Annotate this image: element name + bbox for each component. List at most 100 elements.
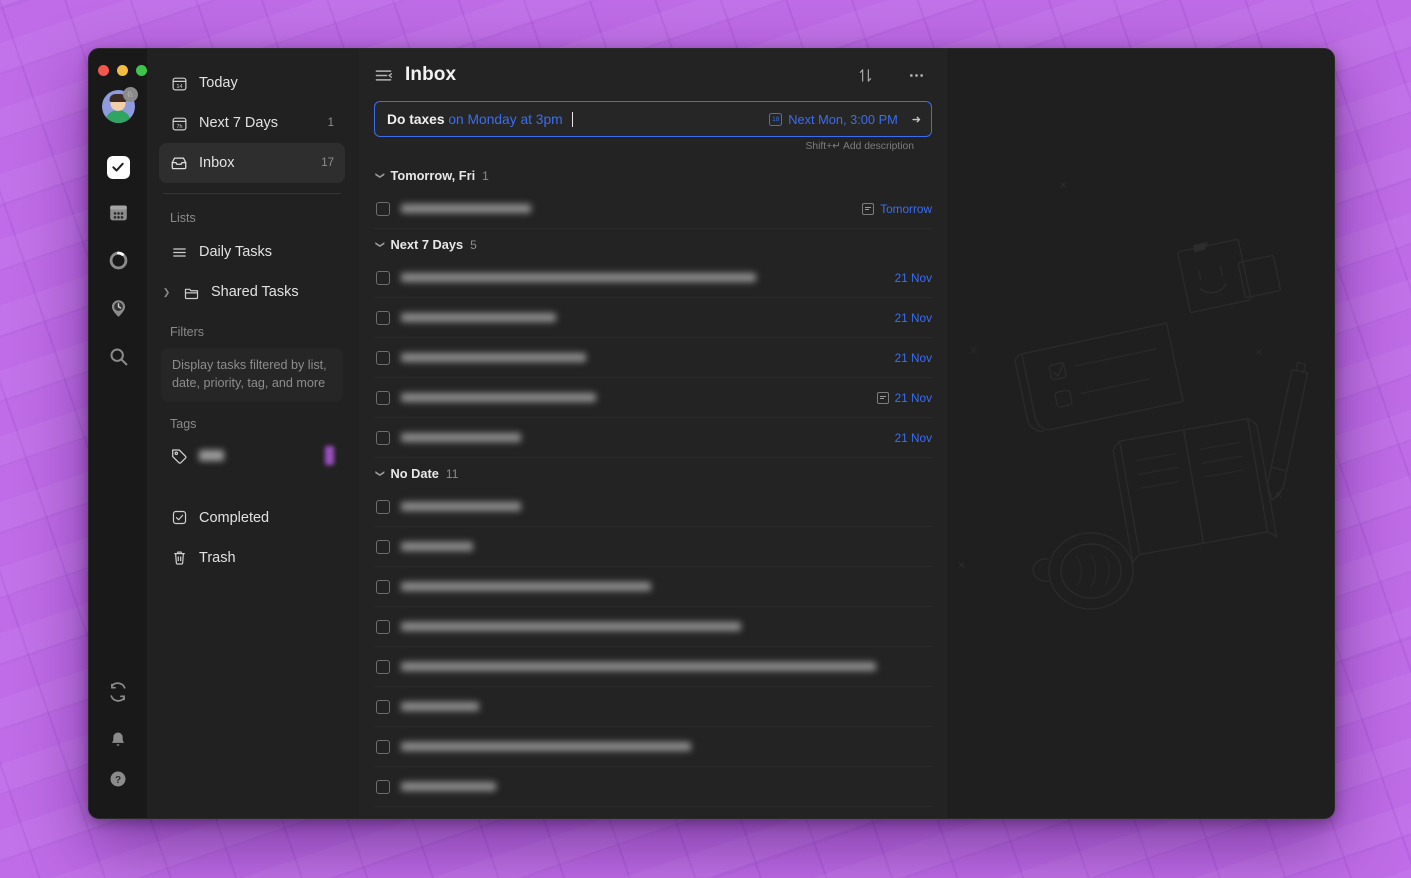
task-group-header[interactable]: ❯ No Date 11: [374, 458, 932, 487]
main-header: Inbox: [358, 49, 948, 101]
sidebar-item-tag[interactable]: [159, 438, 345, 474]
rail-item-search[interactable]: [98, 339, 138, 379]
task-checkbox[interactable]: [376, 499, 390, 514]
sidebar-item-count: 1: [327, 117, 334, 129]
task-checkbox[interactable]: [376, 779, 390, 794]
sidebar-item-next-7-days[interactable]: 7h Next 7 Days 1: [159, 103, 345, 143]
app-window: ♘ ? 14 Today 7h Next 7 Days 1 Inbox 17 L…: [88, 48, 1335, 819]
task-due-date[interactable]: 21 Nov: [895, 311, 932, 325]
task-row[interactable]: [374, 567, 932, 607]
add-task-input[interactable]: Do taxes on Monday at 3pm 18 Next Mon, 3…: [374, 101, 932, 137]
task-checkbox[interactable]: [376, 739, 390, 754]
task-due-date[interactable]: 21 Nov: [876, 391, 932, 405]
sort-arrows-icon[interactable]: [857, 67, 874, 84]
folder-icon: [182, 283, 200, 301]
task-title-redacted: [401, 393, 596, 402]
rail-item-habit[interactable]: [98, 291, 138, 331]
maximize-button[interactable]: [136, 65, 147, 76]
task-checkbox[interactable]: [376, 270, 390, 285]
task-list[interactable]: ❯ Tomorrow, Fri 1 Tomorrow ❯ Next 7 Days 5 21 N…: [358, 160, 948, 818]
sidebar-item-trash[interactable]: Trash: [159, 538, 345, 578]
page-title: Inbox: [405, 64, 457, 85]
task-group-name: Tomorrow, Fri: [390, 168, 476, 183]
task-row[interactable]: 21 Nov: [374, 258, 932, 298]
chevron-down-icon[interactable]: ❯: [374, 241, 385, 249]
task-row[interactable]: 21 Nov: [374, 338, 932, 378]
task-row[interactable]: 21 Nov: [374, 378, 932, 418]
task-title-redacted: [401, 702, 479, 711]
task-group-count: 1: [482, 168, 489, 183]
task-checkbox[interactable]: [376, 619, 390, 634]
search-icon: [108, 346, 129, 372]
minimize-button[interactable]: [117, 65, 128, 76]
task-checkbox[interactable]: [376, 539, 390, 554]
task-due-date[interactable]: Tomorrow: [862, 202, 932, 216]
task-checkbox[interactable]: [376, 699, 390, 714]
sidebar-item-today[interactable]: 14 Today: [159, 63, 345, 103]
sidebar-item-label: Inbox: [199, 155, 235, 171]
check-box-icon: [170, 509, 188, 527]
task-checkbox[interactable]: [376, 430, 390, 445]
task-row[interactable]: [374, 607, 932, 647]
sidebar-item-daily-tasks[interactable]: Daily Tasks: [159, 232, 345, 272]
sidebar-item-label: Next 7 Days: [199, 115, 278, 131]
due-date-chip[interactable]: 18 Next Mon, 3:00 PM: [769, 112, 898, 127]
task-row[interactable]: [374, 727, 932, 767]
task-title-redacted: [401, 353, 586, 362]
task-checkbox[interactable]: [376, 390, 390, 405]
list-lines-icon: [170, 243, 188, 261]
main-panel: Inbox Do taxes on Monday at 3pm 18 Next …: [357, 49, 948, 818]
rail-item-notifications[interactable]: [98, 722, 138, 762]
task-row[interactable]: 21 Nov: [374, 418, 932, 458]
check-square-icon: [106, 155, 130, 179]
bell-icon: [108, 730, 128, 755]
inbox-tray-icon: [170, 154, 188, 172]
task-checkbox[interactable]: [376, 350, 390, 365]
task-due-date[interactable]: 21 Nov: [895, 271, 932, 285]
chevron-down-icon[interactable]: ❯: [374, 470, 385, 478]
task-row[interactable]: Tomorrow: [374, 189, 932, 229]
crown-icon: ♘: [122, 87, 138, 102]
task-row[interactable]: [374, 647, 932, 687]
sidebar-item-label: Shared Tasks: [211, 284, 299, 300]
task-row[interactable]: 21 Nov: [374, 298, 932, 338]
task-row[interactable]: [374, 687, 932, 727]
rail-item-tasks[interactable]: [98, 147, 138, 187]
rail-item-sync[interactable]: [98, 674, 138, 714]
task-checkbox[interactable]: [376, 310, 390, 325]
sidebar-item-shared-tasks[interactable]: ❯ Shared Tasks: [159, 272, 345, 312]
rail-item-calendar[interactable]: [98, 195, 138, 235]
task-group-name: No Date: [390, 466, 439, 481]
sync-refresh-icon: [108, 681, 128, 707]
due-date-label: Next Mon, 3:00 PM: [788, 111, 898, 127]
sidebar-item-completed[interactable]: Completed: [159, 498, 345, 538]
collapse-sidebar-icon[interactable]: [374, 66, 393, 85]
avatar[interactable]: ♘: [101, 87, 138, 123]
task-row[interactable]: [374, 767, 932, 807]
more-dots-icon[interactable]: [907, 66, 926, 85]
task-row[interactable]: [374, 527, 932, 567]
text-cursor: [571, 111, 574, 127]
task-group-header[interactable]: ❯ Next 7 Days 5: [374, 229, 932, 258]
task-checkbox[interactable]: [376, 201, 390, 216]
rail-item-help[interactable]: ?: [98, 770, 138, 810]
rail-item-focus[interactable]: [98, 243, 138, 283]
sidebar-divider: [163, 193, 341, 194]
window-controls: [98, 65, 147, 76]
chevron-right-icon[interactable]: ❯: [162, 287, 171, 298]
help-circle-icon: ?: [108, 769, 128, 794]
note-icon: [862, 202, 875, 215]
chevron-down-icon[interactable]: ❯: [374, 172, 385, 180]
sidebar-item-inbox[interactable]: Inbox 17: [159, 143, 345, 183]
close-button[interactable]: [98, 65, 109, 76]
task-group-header[interactable]: ❯ Tomorrow, Fri 1: [374, 160, 932, 189]
chevron-down-icon[interactable]: ➜: [912, 113, 921, 126]
task-checkbox[interactable]: [376, 659, 390, 674]
task-checkbox[interactable]: [376, 579, 390, 594]
task-due-date-label: 21 Nov: [894, 270, 932, 285]
task-due-date[interactable]: 21 Nov: [895, 351, 932, 365]
task-title-redacted: [401, 433, 521, 442]
task-row[interactable]: [374, 487, 932, 527]
task-due-date[interactable]: 21 Nov: [895, 431, 932, 445]
task-title-redacted: [401, 542, 473, 551]
